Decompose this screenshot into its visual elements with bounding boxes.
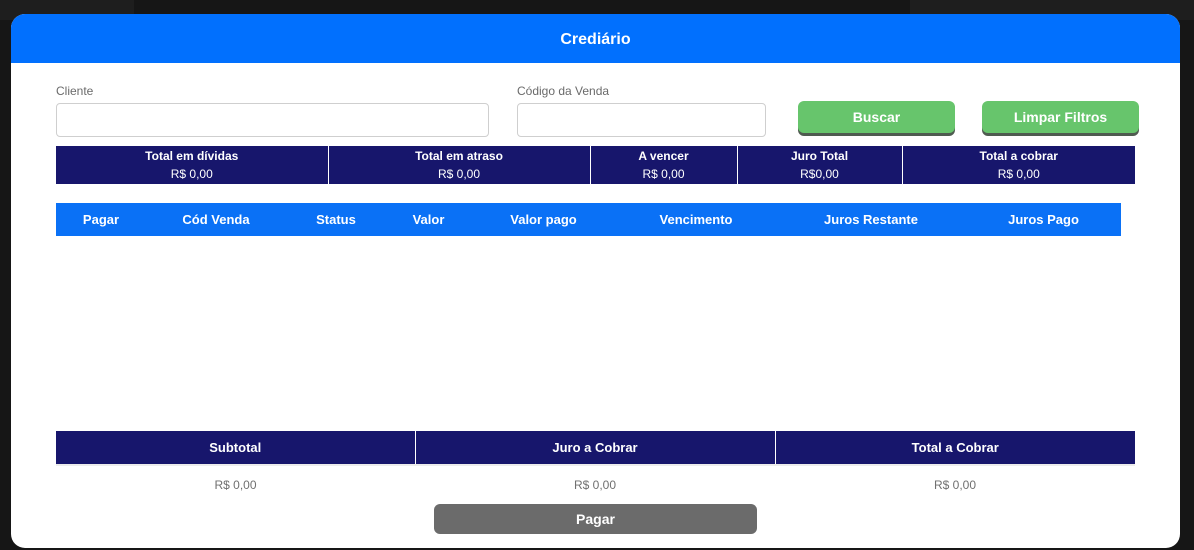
column-header-valor[interactable]: Valor — [386, 203, 471, 236]
column-header-vencimento[interactable]: Vencimento — [616, 203, 776, 236]
column-header-status[interactable]: Status — [286, 203, 386, 236]
column-header-valor-pago[interactable]: Valor pago — [471, 203, 616, 236]
subtotal-header: Subtotal — [56, 431, 415, 465]
summary-value: R$ 0,00 — [437, 167, 481, 181]
summary-value: R$ 0,00 — [642, 167, 685, 181]
summary-juro-total: Juro Total R$0,00 — [736, 146, 902, 184]
column-header-pagar[interactable]: Pagar — [56, 203, 146, 236]
summary-total-cobrar: Total a cobrar R$ 0,00 — [901, 146, 1135, 184]
summary-table: Total em dívidas R$ 0,00 Total em atraso… — [56, 146, 1135, 184]
summary-total-dividas: Total em dívidas R$ 0,00 — [56, 146, 328, 184]
codigo-venda-label: Código da Venda — [517, 84, 610, 98]
pagar-button[interactable]: Pagar — [434, 504, 757, 534]
summary-title: Juro Total — [790, 149, 849, 163]
summary-value: R$ 0,00 — [997, 167, 1040, 181]
buscar-button[interactable]: Buscar — [798, 101, 955, 133]
juro-cobrar-header: Juro a Cobrar — [414, 431, 775, 465]
modal-header: Crediário — [11, 14, 1180, 63]
summary-title: Total em dívidas — [145, 149, 239, 163]
summary-value: R$ 0,00 — [170, 167, 213, 181]
codigo-venda-input[interactable] — [517, 103, 766, 137]
summary-title: A vencer — [638, 149, 689, 163]
column-header-cod-venda[interactable]: Cód Venda — [146, 203, 286, 236]
column-header-juros-restante[interactable]: Juros Restante — [776, 203, 966, 236]
total-cobrar-value: R$ 0,00 — [775, 464, 1135, 500]
summary-total-atraso: Total em atraso R$ 0,00 — [327, 146, 590, 184]
summary-a-vencer: A vencer R$ 0,00 — [589, 146, 737, 184]
summary-title: Total em atraso — [415, 149, 503, 163]
cliente-input[interactable] — [56, 103, 489, 137]
crediario-modal: Crediário Cliente Código da Venda Buscar… — [11, 14, 1180, 548]
subtotal-value: R$ 0,00 — [56, 464, 415, 500]
limpar-filtros-button[interactable]: Limpar Filtros — [982, 101, 1139, 133]
summary-title: Total a cobrar — [979, 149, 1058, 163]
installments-table: Pagar Cód Venda Status Valor Valor pago … — [56, 203, 1121, 236]
summary-value: R$0,00 — [800, 167, 839, 181]
totals-table: Subtotal Juro a Cobrar Total a Cobrar R$… — [56, 431, 1135, 500]
column-header-juros-pago[interactable]: Juros Pago — [966, 203, 1121, 236]
total-cobrar-header: Total a Cobrar — [774, 431, 1135, 465]
juro-cobrar-value: R$ 0,00 — [415, 464, 775, 500]
modal-title: Crediário — [560, 30, 631, 48]
cliente-label: Cliente — [56, 84, 94, 98]
